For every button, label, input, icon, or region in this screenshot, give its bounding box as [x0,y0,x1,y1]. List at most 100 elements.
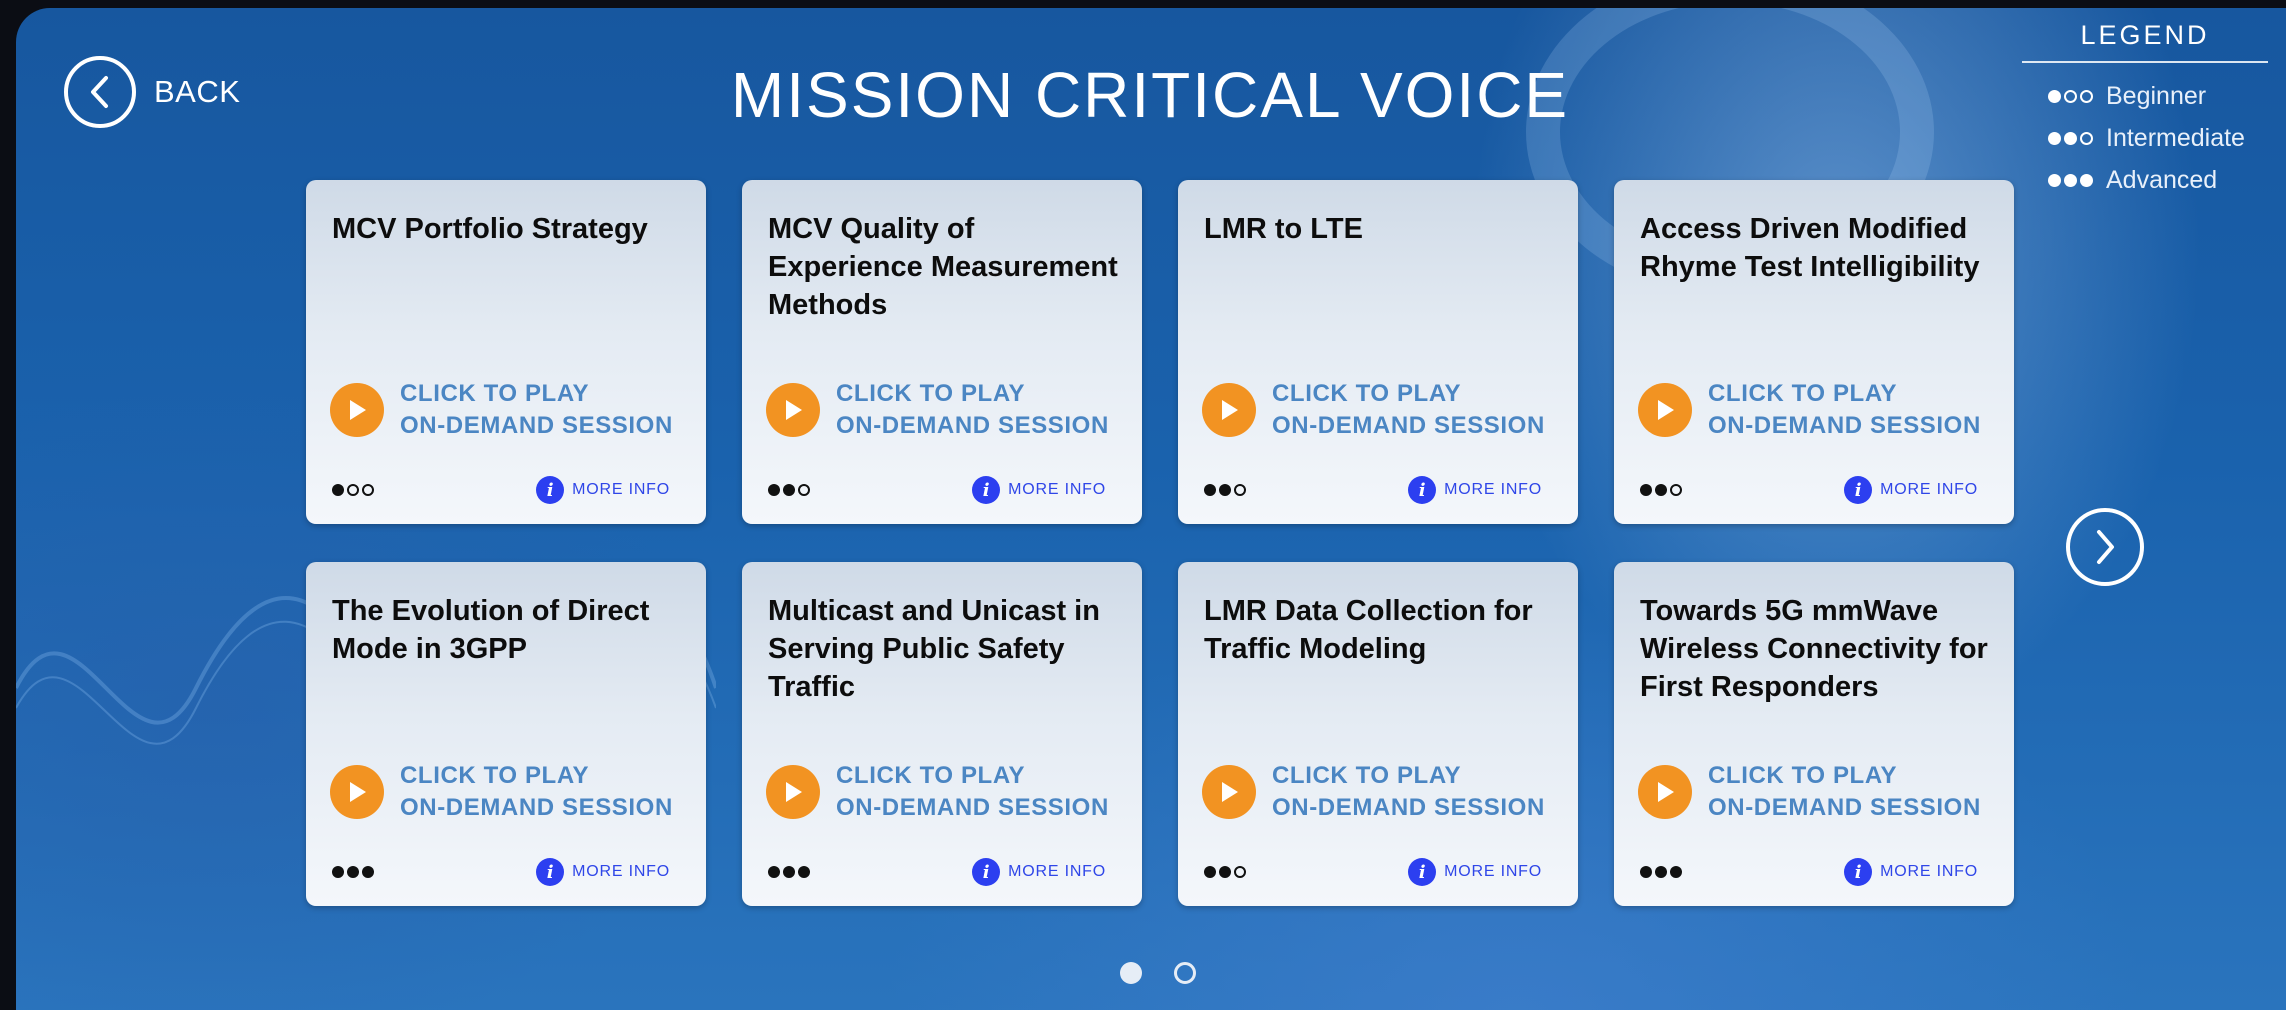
play-icon[interactable] [330,383,384,437]
page-dot[interactable] [1174,962,1196,984]
level-dot-filled [783,866,795,878]
level-dot-filled [332,866,344,878]
play-label-line1[interactable]: CLICK TO PLAY [1272,380,1461,407]
play-label-line2[interactable]: ON-DEMAND SESSION [1708,794,1981,821]
legend-title: LEGEND [2022,20,2268,63]
play-label[interactable]: CLICK TO PLAY ON-DEMAND SESSION [836,378,1109,442]
chevron-left-icon[interactable] [64,56,136,128]
play-label-line1[interactable]: CLICK TO PLAY [836,380,1025,407]
play-icon[interactable] [1202,383,1256,437]
play-label-line2[interactable]: ON-DEMAND SESSION [1272,794,1545,821]
session-card[interactable]: Access Driven Modified Rhyme Test Intell… [1614,180,2014,524]
more-info-label[interactable]: MORE INFO [1444,863,1542,881]
level-dot-empty [1670,484,1682,496]
level-indicator [332,866,377,878]
play-label-line1[interactable]: CLICK TO PLAY [1272,762,1461,789]
play-label-line2[interactable]: ON-DEMAND SESSION [400,412,673,439]
play-label[interactable]: CLICK TO PLAY ON-DEMAND SESSION [400,378,673,442]
play-session-button[interactable]: CLICK TO PLAY ON-DEMAND SESSION [1638,378,1981,442]
info-icon[interactable]: i [972,476,1001,504]
play-label-line2[interactable]: ON-DEMAND SESSION [1272,412,1545,439]
session-title: Access Driven Modified Rhyme Test Intell… [1640,213,1980,283]
session-grid: MCV Portfolio Strategy CLICK TO PLAY ON-DE… [306,180,2014,906]
info-icon[interactable]: i [1408,476,1437,504]
more-info-label[interactable]: MORE INFO [572,481,670,499]
session-card[interactable]: LMR Data Collection for Traffic Modeling… [1178,562,1578,906]
info-icon[interactable]: i [1844,858,1873,886]
more-info-label[interactable]: MORE INFO [1444,481,1542,499]
level-dot-filled [347,866,359,878]
play-icon[interactable] [1202,765,1256,819]
more-info-label[interactable]: MORE INFO [1880,481,1978,499]
info-icon[interactable]: i [536,858,565,886]
play-session-button[interactable]: CLICK TO PLAY ON-DEMAND SESSION [766,760,1109,824]
play-session-button[interactable]: CLICK TO PLAY ON-DEMAND SESSION [1202,378,1545,442]
session-card[interactable]: Multicast and Unicast in Serving Public … [742,562,1142,906]
play-icon[interactable] [330,765,384,819]
play-icon[interactable] [766,383,820,437]
more-info-button[interactable]: i MORE INFO [972,858,1106,886]
play-label[interactable]: CLICK TO PLAY ON-DEMAND SESSION [836,760,1109,824]
more-info-button[interactable]: i MORE INFO [1844,476,1978,504]
info-icon[interactable]: i [972,858,1001,886]
play-session-button[interactable]: CLICK TO PLAY ON-DEMAND SESSION [330,378,673,442]
session-title: MCV Portfolio Strategy [332,213,648,245]
play-label-line2[interactable]: ON-DEMAND SESSION [836,412,1109,439]
more-info-button[interactable]: i MORE INFO [1408,858,1542,886]
level-dot-filled [1204,484,1216,496]
more-info-button[interactable]: i MORE INFO [1844,858,1978,886]
session-card[interactable]: The Evolution of Direct Mode in 3GPP CLIC… [306,562,706,906]
level-dot-filled [2048,131,2061,145]
more-info-button[interactable]: i MORE INFO [536,858,670,886]
session-card[interactable]: MCV Portfolio Strategy CLICK TO PLAY ON-DE… [306,180,706,524]
play-icon[interactable] [766,765,820,819]
session-title: LMR to LTE [1204,213,1363,245]
play-label[interactable]: CLICK TO PLAY ON-DEMAND SESSION [400,760,673,824]
play-session-button[interactable]: CLICK TO PLAY ON-DEMAND SESSION [1202,760,1545,824]
info-icon[interactable]: i [1844,476,1873,504]
play-label-line1[interactable]: CLICK TO PLAY [400,380,589,407]
more-info-button[interactable]: i MORE INFO [972,476,1106,504]
level-dot-filled [332,484,344,496]
play-label-line1[interactable]: CLICK TO PLAY [1708,762,1897,789]
more-info-button[interactable]: i MORE INFO [1408,476,1542,504]
play-label[interactable]: CLICK TO PLAY ON-DEMAND SESSION [1708,760,1981,824]
more-info-label[interactable]: MORE INFO [572,863,670,881]
session-title: MCV Quality of Experience Measurement Me… [768,213,1118,321]
play-icon[interactable] [1638,383,1692,437]
level-dot-filled [1204,866,1216,878]
play-session-button[interactable]: CLICK TO PLAY ON-DEMAND SESSION [766,378,1109,442]
play-label-line1[interactable]: CLICK TO PLAY [836,762,1025,789]
level-dot-filled [2080,173,2093,187]
more-info-label[interactable]: MORE INFO [1008,863,1106,881]
page-dot-active[interactable] [1120,962,1142,984]
info-icon[interactable]: i [536,476,565,504]
back-button[interactable]: BACK [64,56,240,128]
play-session-button[interactable]: CLICK TO PLAY ON-DEMAND SESSION [1638,760,1981,824]
legend: LEGEND Beginner Intermediate Advanced [2022,20,2268,201]
info-icon[interactable]: i [1408,858,1437,886]
more-info-label[interactable]: MORE INFO [1008,481,1106,499]
play-label-line2[interactable]: ON-DEMAND SESSION [836,794,1109,821]
play-session-button[interactable]: CLICK TO PLAY ON-DEMAND SESSION [330,760,673,824]
more-info-button[interactable]: i MORE INFO [536,476,670,504]
session-card[interactable]: LMR to LTE CLICK TO PLAY ON-DEMAND SESSION… [1178,180,1578,524]
play-label-line1[interactable]: CLICK TO PLAY [400,762,589,789]
play-label-line2[interactable]: ON-DEMAND SESSION [400,794,673,821]
level-dot-filled [1640,866,1652,878]
chevron-right-icon[interactable] [2090,527,2120,567]
next-page-button[interactable] [2066,508,2144,586]
play-label-line1[interactable]: CLICK TO PLAY [1708,380,1897,407]
play-icon[interactable] [1638,765,1692,819]
level-dot-filled [783,484,795,496]
play-label-line2[interactable]: ON-DEMAND SESSION [1708,412,1981,439]
session-card[interactable]: MCV Quality of Experience Measurement Me… [742,180,1142,524]
back-label[interactable]: BACK [154,74,240,110]
play-label[interactable]: CLICK TO PLAY ON-DEMAND SESSION [1708,378,1981,442]
play-label[interactable]: CLICK TO PLAY ON-DEMAND SESSION [1272,760,1545,824]
session-title: Towards 5G mmWave Wireless Connectivity … [1640,595,1988,703]
session-card[interactable]: Towards 5G mmWave Wireless Connectivity … [1614,562,2014,906]
more-info-label[interactable]: MORE INFO [1880,863,1978,881]
level-indicator [1640,484,1685,496]
play-label[interactable]: CLICK TO PLAY ON-DEMAND SESSION [1272,378,1545,442]
